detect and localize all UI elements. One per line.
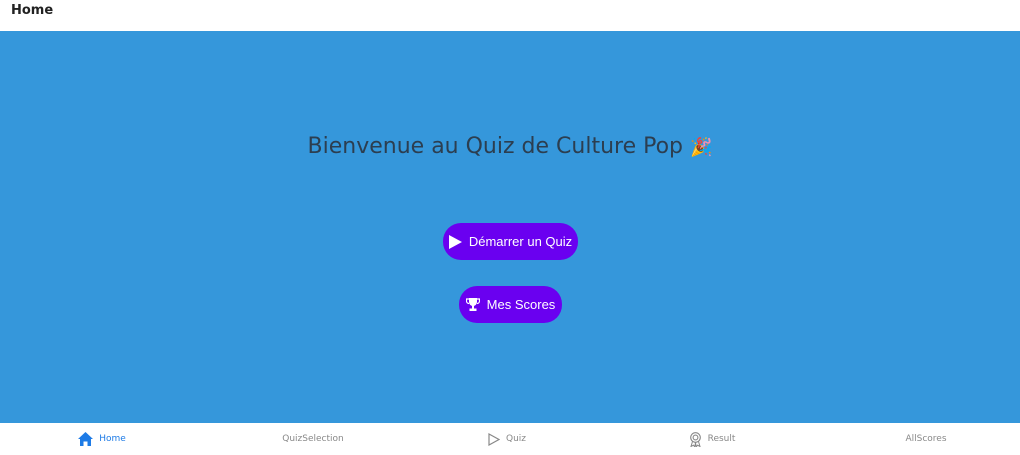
start-quiz-button[interactable]: Démarrer un Quiz	[443, 223, 578, 260]
play-icon	[448, 234, 462, 249]
my-scores-button[interactable]: Mes Scores	[459, 286, 562, 323]
tab-home[interactable]: Home	[0, 423, 204, 455]
tab-all-scores[interactable]: AllScores	[824, 423, 1020, 455]
welcome-heading: Bienvenue au Quiz de Culture Pop 🎉	[0, 134, 1020, 159]
app-header: Home	[0, 0, 1020, 31]
tab-home-label: Home	[99, 434, 126, 444]
main-content: Bienvenue au Quiz de Culture Pop 🎉 Démar…	[0, 31, 1020, 423]
play-outline-icon	[488, 432, 500, 446]
tab-result-label: Result	[707, 434, 736, 444]
tab-all-scores-label: AllScores	[905, 434, 947, 444]
my-scores-label: Mes Scores	[486, 297, 556, 312]
party-popper-icon: 🎉	[690, 137, 713, 158]
start-quiz-label: Démarrer un Quiz	[468, 234, 573, 249]
bottom-tab-bar: Home QuizSelection Quiz Result AllScores	[0, 423, 1020, 455]
welcome-text: Bienvenue au Quiz de Culture Pop	[307, 134, 684, 159]
tab-quiz[interactable]: Quiz	[405, 423, 609, 455]
trophy-icon	[465, 298, 480, 311]
page-title: Home	[11, 3, 54, 18]
tab-result[interactable]: Result	[610, 423, 814, 455]
award-icon	[689, 431, 702, 447]
tab-quiz-selection-label: QuizSelection	[282, 434, 344, 444]
tab-quiz-label: Quiz	[505, 434, 526, 444]
tab-quiz-selection[interactable]: QuizSelection	[211, 423, 415, 455]
home-icon	[78, 432, 94, 446]
